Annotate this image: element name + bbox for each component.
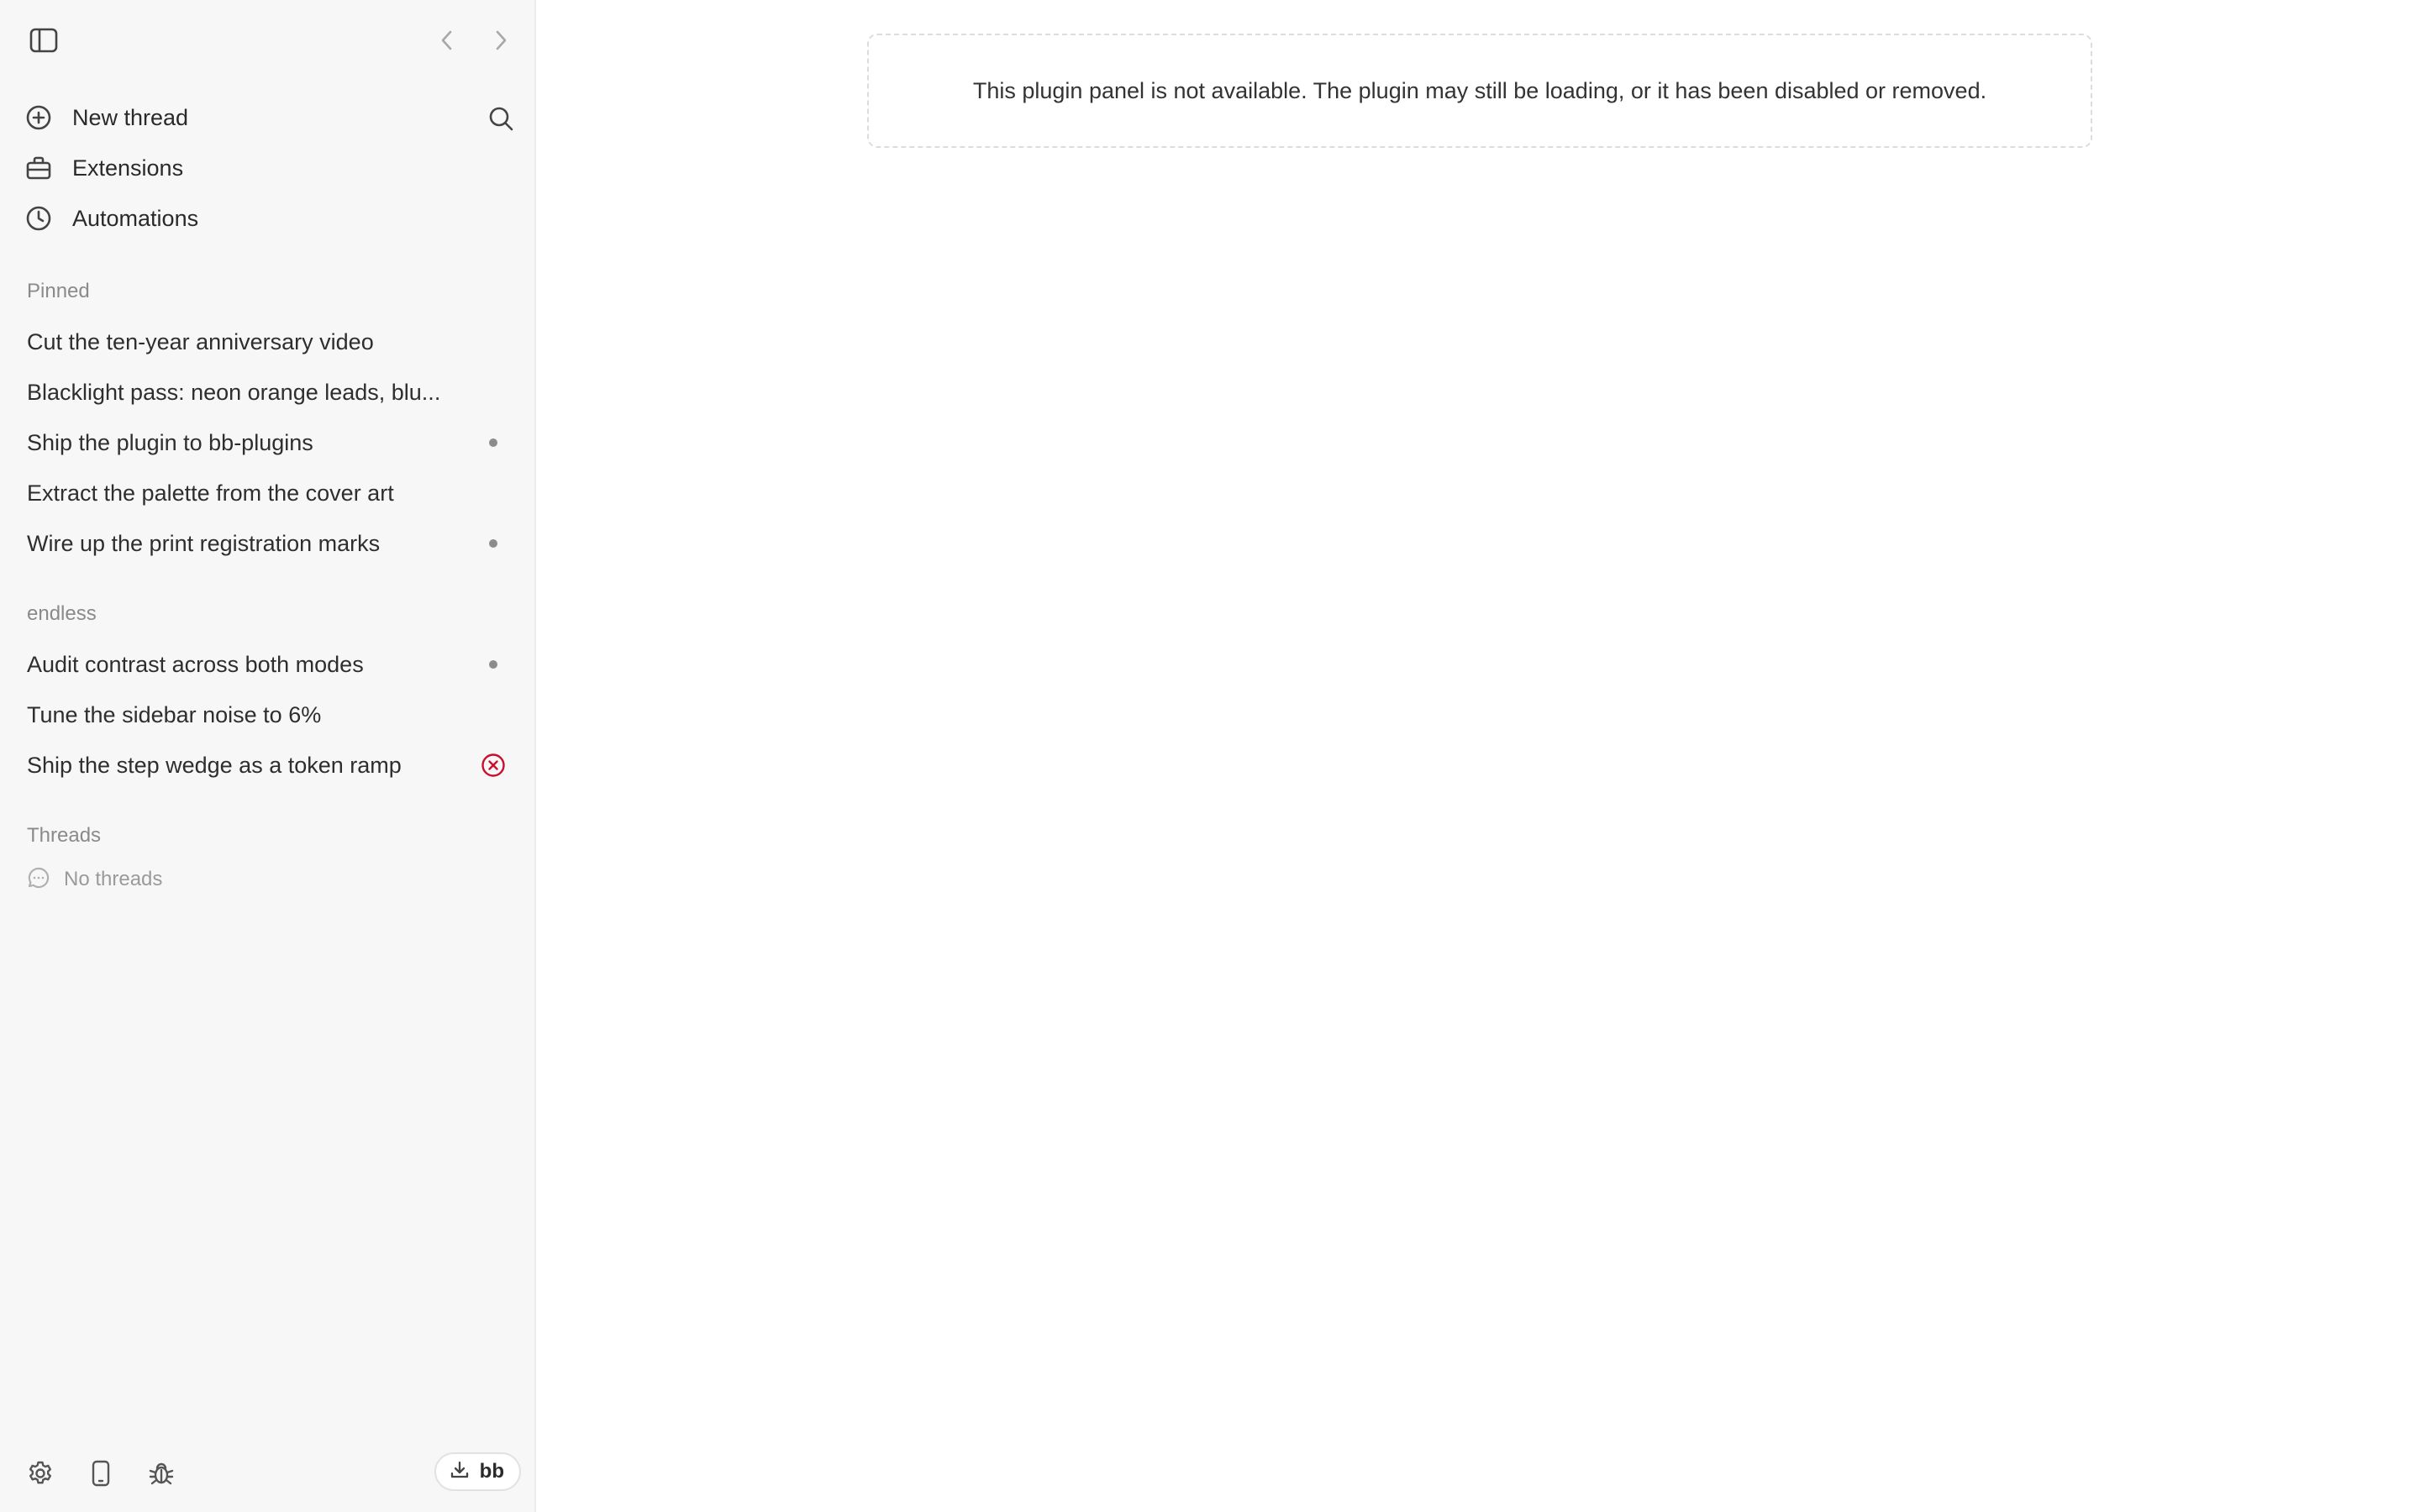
section-title-pinned: Pinned <box>27 280 90 302</box>
nav-automations[interactable]: Automations <box>13 194 518 243</box>
unread-dot-icon <box>481 640 506 689</box>
thread-item[interactable]: Tune the sidebar noise to 6% <box>13 690 518 739</box>
bug-icon[interactable] <box>145 1457 178 1490</box>
thread-title: Blacklight pass: neon orange leads, blu.… <box>27 379 441 405</box>
thread-title: Ship the step wedge as a token ramp <box>27 752 402 778</box>
thread-title: Tune the sidebar noise to 6% <box>27 701 322 727</box>
plus-circle-icon <box>25 104 66 131</box>
unread-dot-icon <box>481 519 506 568</box>
sidebar-bottombar: bb <box>0 1431 536 1512</box>
clock-icon <box>25 205 66 232</box>
thread-item[interactable]: Extract the palette from the cover art <box>13 469 518 517</box>
thread-title: Wire up the print registration marks <box>27 530 381 556</box>
nav-label: New thread <box>72 104 189 130</box>
nav-label: Automations <box>72 205 199 231</box>
thread-item[interactable]: Wire up the print registration marks <box>13 519 518 568</box>
thread-item[interactable]: Ship the plugin to bb-plugins <box>13 418 518 467</box>
section-title-threads: Threads <box>27 824 102 847</box>
thread-title: Audit contrast across both modes <box>27 651 364 677</box>
plugin-unavailable-notice: This plugin panel is not available. The … <box>867 34 2092 148</box>
forward-chevron-icon[interactable] <box>487 25 514 55</box>
thread-item[interactable]: Ship the step wedge as a token ramp <box>13 741 518 790</box>
thread-title: Cut the ten-year anniversary video <box>27 328 374 354</box>
thread-item[interactable]: Audit contrast across both modes <box>13 640 518 689</box>
thread-item[interactable]: Blacklight pass: neon orange leads, blu.… <box>13 368 518 417</box>
back-chevron-icon[interactable] <box>434 25 460 55</box>
thread-title: Ship the plugin to bb-plugins <box>27 429 313 455</box>
mobile-device-icon[interactable] <box>84 1457 118 1490</box>
thread-title: Extract the palette from the cover art <box>27 480 394 506</box>
unread-dot-icon <box>481 418 506 467</box>
empty-threads-label: No threads <box>64 868 163 890</box>
settings-gear-icon[interactable] <box>24 1457 57 1490</box>
empty-threads-row: No threads <box>27 865 162 894</box>
toolbox-icon <box>25 155 66 181</box>
search-icon[interactable] <box>484 102 518 135</box>
toggle-sidebar-icon[interactable] <box>27 25 60 55</box>
sidebar-topbar <box>0 0 534 81</box>
main-panel: This plugin panel is not available. The … <box>538 0 2420 1512</box>
download-bb-button[interactable]: bb <box>434 1452 521 1491</box>
section-title-endless: endless <box>27 602 97 625</box>
app-window: New thread Extensions Automations Pinned… <box>0 0 2420 1512</box>
nav-extensions[interactable]: Extensions <box>13 144 518 192</box>
chat-bubble-icon <box>27 866 50 894</box>
download-icon <box>450 1460 470 1484</box>
plugin-unavailable-message: This plugin panel is not available. The … <box>972 77 1987 103</box>
download-bb-label: bb <box>479 1460 504 1483</box>
error-x-circle-icon <box>481 741 506 790</box>
sidebar: New thread Extensions Automations Pinned… <box>0 0 536 1512</box>
nav-new-thread[interactable]: New thread <box>13 93 518 142</box>
thread-item[interactable]: Cut the ten-year anniversary video <box>13 318 518 366</box>
nav-label: Extensions <box>72 155 184 181</box>
